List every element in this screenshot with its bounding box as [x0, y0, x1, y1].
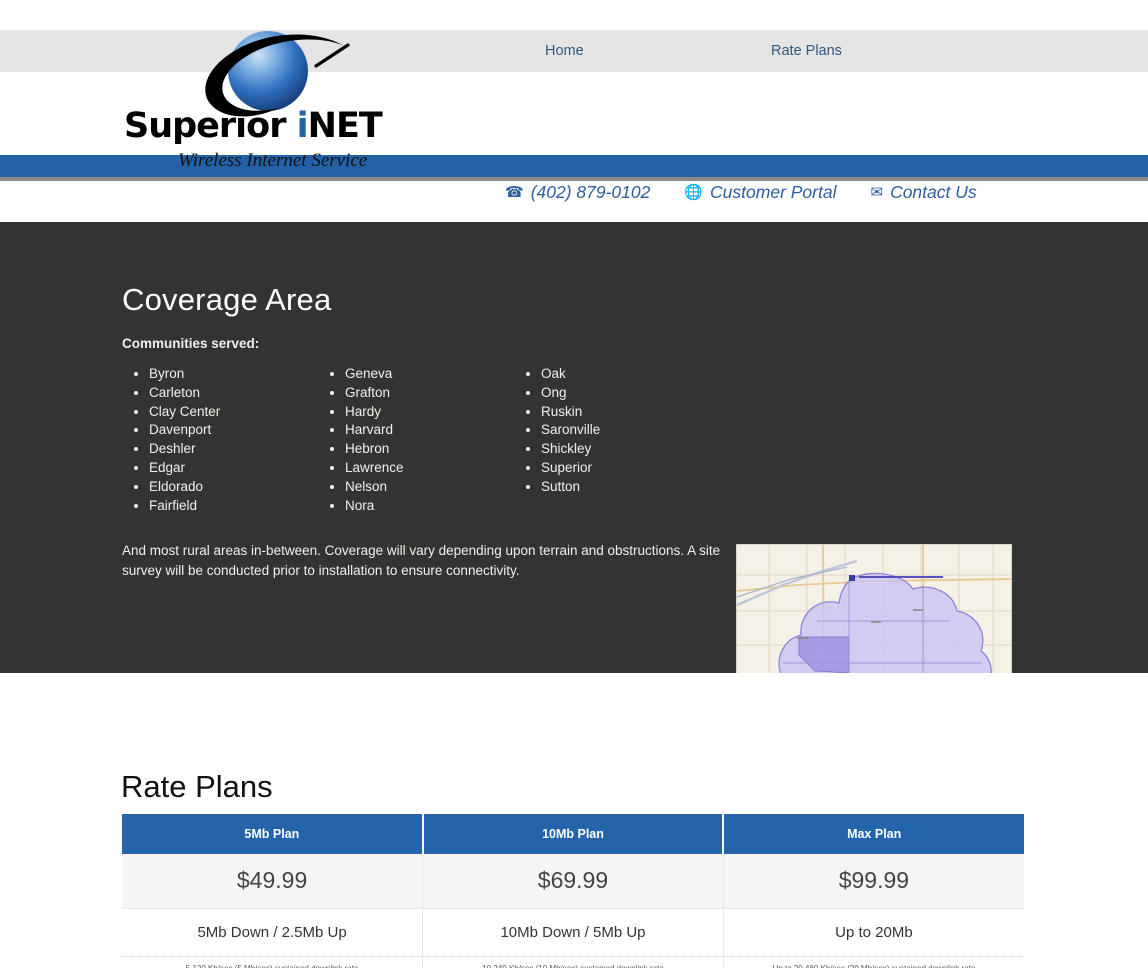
plan-fine-10mb: 10,240 Kb/sec (10 Mb/sec) sustained down… — [422, 956, 724, 968]
table-row-price: $49.99 $69.99 $99.99 — [122, 854, 1024, 909]
nav-item-rate-plans[interactable]: Rate Plans — [771, 43, 842, 59]
rate-plans-title: Rate Plans — [121, 769, 273, 804]
contact-us-label: Contact Us — [890, 182, 977, 202]
plan-header-5mb: 5Mb Plan — [122, 814, 424, 854]
community-item: Clay Center — [149, 403, 318, 422]
community-item: Edgar — [149, 459, 318, 478]
plan-header-max: Max Plan — [722, 814, 1024, 854]
header-band: Superior iNET Wireless Internet Service … — [0, 31, 1148, 202]
community-item: Geneva — [345, 365, 514, 384]
community-item: Byron — [149, 365, 318, 384]
plan-header-10mb: 10Mb Plan — [421, 814, 725, 854]
plan-speed-10mb: 10Mb Down / 5Mb Up — [422, 908, 724, 957]
contact-phone-link[interactable]: ☎ (402) 879-0102 — [505, 182, 650, 203]
communities-columns: Byron Carleton Clay Center Davenport Des… — [122, 365, 1022, 515]
community-item: Nora — [345, 497, 514, 516]
plan-speed-max: Up to 20Mb — [722, 908, 1024, 957]
table-row-speed: 5Mb Down / 2.5Mb Up 10Mb Down / 5Mb Up U… — [122, 908, 1024, 957]
coverage-content: Coverage Area Communities served: Byron … — [122, 282, 1022, 581]
logo-wordmark: Superior iNET — [124, 106, 383, 146]
community-item: Hebron — [345, 440, 514, 459]
community-item: Davenport — [149, 421, 318, 440]
community-item: Ong — [541, 384, 710, 403]
globe-icon: 🌐 — [684, 184, 704, 201]
contact-us-link[interactable]: ✉ Contact Us — [870, 182, 976, 203]
table-header-row: 5Mb Plan 10Mb Plan Max Plan — [122, 814, 1024, 854]
plan-speed-5mb: 5Mb Down / 2.5Mb Up — [122, 908, 424, 957]
plan-price-10mb: $69.99 — [422, 854, 724, 909]
contact-links: ☎ (402) 879-0102 🌐 Customer Portal ✉ Con… — [505, 182, 977, 203]
table-row-fine-print: 5,120 Kb/sec (5 Mb/sec) sustained downli… — [122, 956, 1024, 968]
rate-plans-table: 5Mb Plan 10Mb Plan Max Plan $49.99 $69.9… — [122, 814, 1024, 968]
community-item: Ruskin — [541, 403, 710, 422]
customer-portal-label: Customer Portal — [710, 182, 837, 202]
communities-column-1: Byron Carleton Clay Center Davenport Des… — [122, 365, 318, 515]
community-item: Oak — [541, 365, 710, 384]
plan-fine-5mb: 5,120 Kb/sec (5 Mb/sec) sustained downli… — [122, 956, 424, 968]
community-item: Shickley — [541, 440, 710, 459]
communities-column-3: Oak Ong Ruskin Saronville Shickley Super… — [514, 365, 710, 515]
community-item: Sutton — [541, 478, 710, 497]
envelope-icon: ✉ — [870, 184, 884, 201]
community-item: Harvard — [345, 421, 514, 440]
coverage-disclaimer: And most rural areas in-between. Coverag… — [122, 543, 721, 579]
customer-portal-link[interactable]: 🌐 Customer Portal — [684, 182, 836, 203]
community-item: Nelson — [345, 478, 514, 497]
plan-price-max: $99.99 — [722, 854, 1024, 909]
community-item: Saronville — [541, 421, 710, 440]
community-item: Deshler — [149, 440, 318, 459]
community-item: Hardy — [345, 403, 514, 422]
nav-item-home[interactable]: Home — [545, 43, 771, 59]
plan-price-5mb: $49.99 — [122, 854, 424, 909]
community-item: Eldorado — [149, 478, 318, 497]
phone-icon: ☎ — [505, 184, 524, 201]
rate-plans-section: Rate Plans 5Mb Plan 10Mb Plan Max Plan $… — [0, 673, 1148, 968]
contact-phone-label: (402) 879-0102 — [530, 182, 651, 202]
plan-fine-max: Up to 20,480 Kb/sec (20 Mb/sec) sustaine… — [722, 956, 1024, 968]
community-item: Carleton — [149, 384, 318, 403]
communities-column-2: Geneva Grafton Hardy Harvard Hebron Lawr… — [318, 365, 514, 515]
communities-served-label: Communities served: — [122, 336, 260, 351]
site-logo[interactable]: Superior iNET Wireless Internet Service — [120, 24, 420, 171]
community-item: Superior — [541, 459, 710, 478]
community-item: Grafton — [345, 384, 514, 403]
community-item: Lawrence — [345, 459, 514, 478]
logo-tagline: Wireless Internet Service — [178, 150, 368, 171]
community-item: Fairfield — [149, 497, 318, 516]
coverage-area-section: Coverage Area Communities served: Byron … — [0, 222, 1148, 829]
coverage-title: Coverage Area — [122, 282, 332, 317]
